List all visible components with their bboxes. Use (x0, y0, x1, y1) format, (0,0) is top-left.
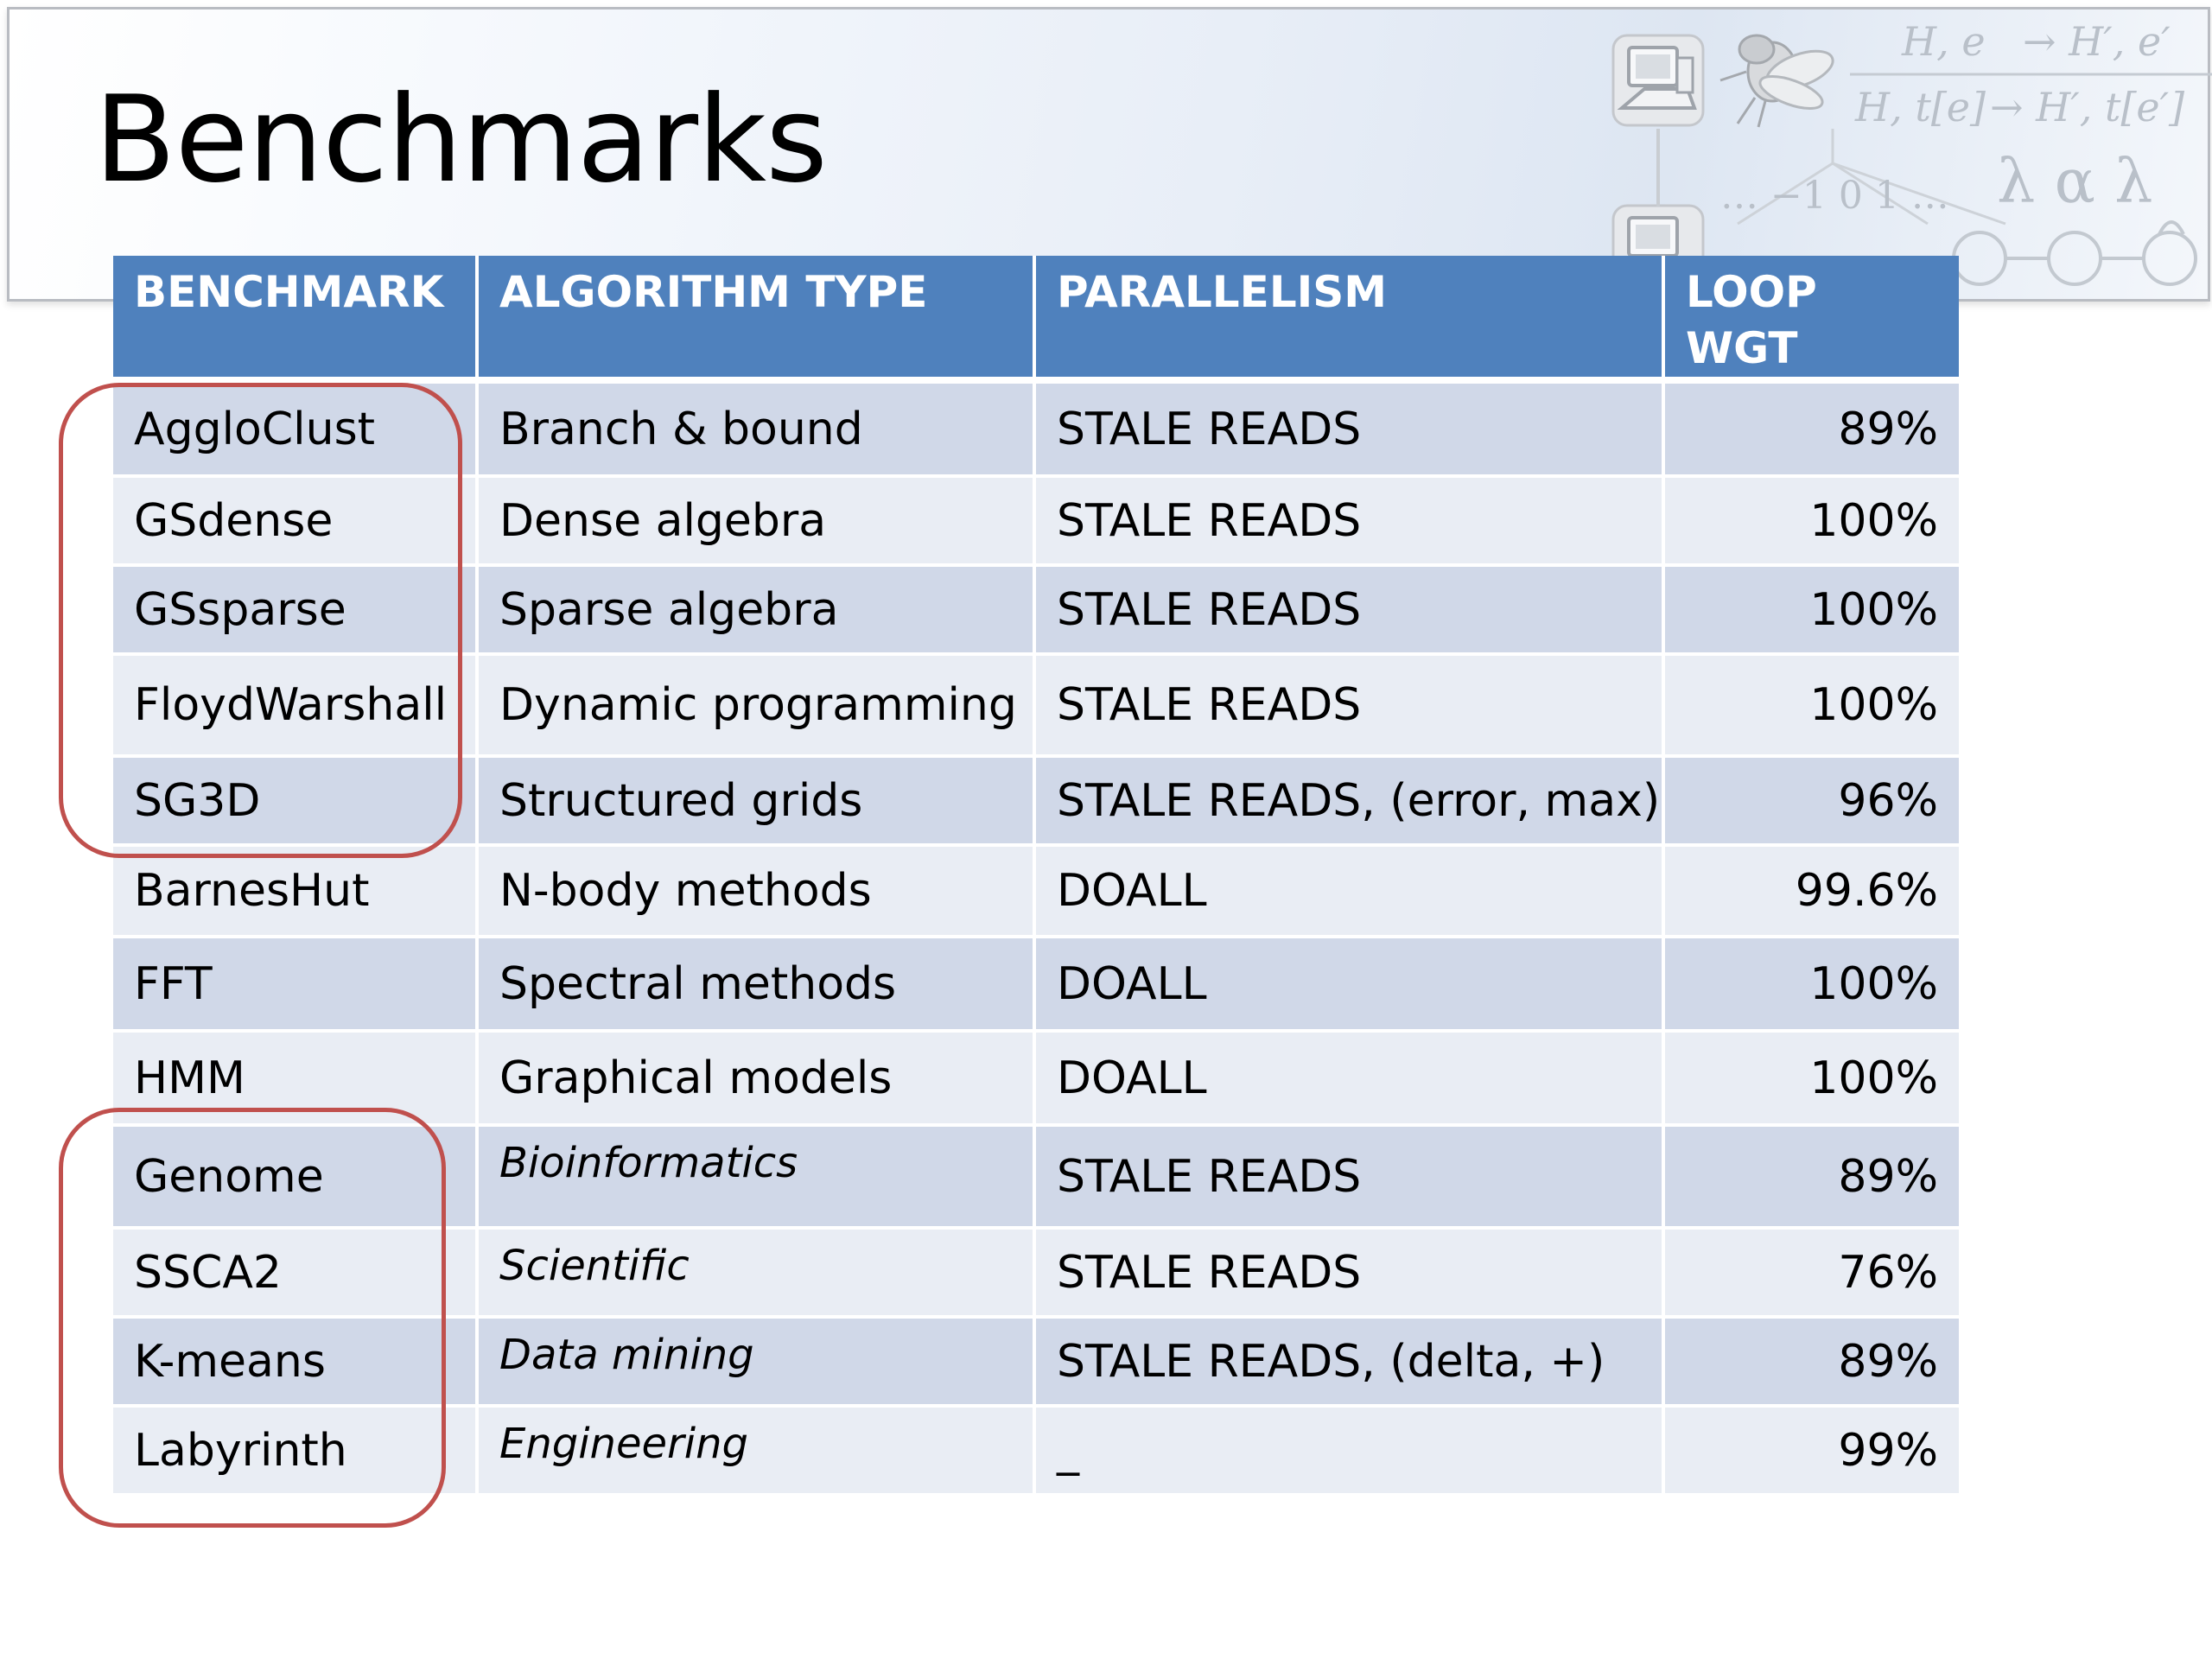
cell-parallelism: DOALL (1036, 847, 1665, 938)
slide-title: Benchmarks (94, 70, 828, 209)
benchmark-table: BENCHMARK ALGORITHM TYPE PARALLELISM LOO… (113, 256, 1959, 1497)
cell-loop-wgt: 99% (1665, 1408, 1959, 1497)
cell-loop-wgt: 100% (1665, 567, 1959, 656)
column-header-algorithm-type: ALGORITHM TYPE (479, 256, 1036, 384)
table-row: GSsparse Sparse algebra STALE READS 100% (113, 567, 1959, 656)
cell-algorithm: N-body methods (479, 847, 1036, 938)
cell-benchmark: SG3D (113, 758, 479, 847)
cell-algorithm: Dense algebra (479, 478, 1036, 567)
cell-algorithm: Bioinformatics (479, 1127, 1036, 1230)
column-header-benchmark: BENCHMARK (113, 256, 479, 384)
cell-parallelism: STALE READS, (delta, +) (1036, 1319, 1665, 1408)
formula-top-right: → H′, e′ (2023, 18, 2171, 65)
cell-parallelism: DOALL (1036, 938, 1665, 1033)
cell-parallelism: STALE READS, (error, max) (1036, 758, 1665, 847)
table-row: K-means Data mining STALE READS, (delta,… (113, 1319, 1959, 1408)
cell-algorithm: Sparse algebra (479, 567, 1036, 656)
cell-loop-wgt: 96% (1665, 758, 1959, 847)
table-row: HMM Graphical models DOALL 100% (113, 1033, 1959, 1127)
formula-top-left: H, e (1902, 18, 1986, 65)
cell-parallelism: STALE READS (1036, 384, 1665, 478)
table-header-row: BENCHMARK ALGORITHM TYPE PARALLELISM LOO… (113, 256, 1959, 384)
cell-parallelism: STALE READS (1036, 656, 1665, 758)
table-row: GSdense Dense algebra STALE READS 100% (113, 478, 1959, 567)
table-row: Labyrinth Engineering _ 99% (113, 1408, 1959, 1497)
cell-benchmark: FloydWarshall (113, 656, 479, 758)
connector-line (1656, 129, 1660, 207)
state-machine-icon (1952, 220, 2197, 286)
greek-letters: λ α λ (1997, 146, 2153, 217)
cell-parallelism: STALE READS (1036, 1230, 1665, 1319)
cell-algorithm: Scientific (479, 1230, 1036, 1319)
cell-loop-wgt: 100% (1665, 478, 1959, 567)
cell-benchmark: Genome (113, 1127, 479, 1230)
cell-algorithm: Structured grids (479, 758, 1036, 847)
table-row: FloydWarshall Dynamic programming STALE … (113, 656, 1959, 758)
formula-bottom-right: → H′, t[e′] (1990, 84, 2185, 130)
table-row: SG3D Structured grids STALE READS, (erro… (113, 758, 1959, 847)
cell-parallelism: STALE READS (1036, 567, 1665, 656)
fly-icon (1712, 20, 1850, 132)
table-row: SSCA2 Scientific STALE READS 76% (113, 1230, 1959, 1319)
number-line: … −1 0 1 … (1720, 174, 1949, 218)
cell-loop-wgt: 100% (1665, 938, 1959, 1033)
formula-bottom-left: H, t[e] (1855, 84, 1986, 130)
cell-benchmark: BarnesHut (113, 847, 479, 938)
column-header-parallelism: PARALLELISM (1036, 256, 1665, 384)
cell-parallelism: _ (1036, 1408, 1665, 1497)
cell-parallelism: STALE READS (1036, 1127, 1665, 1230)
cell-algorithm: Engineering (479, 1408, 1036, 1497)
cell-loop-wgt: 89% (1665, 384, 1959, 478)
computer-icon (1610, 32, 1707, 129)
cell-benchmark: Labyrinth (113, 1408, 479, 1497)
cell-algorithm: Spectral methods (479, 938, 1036, 1033)
table-row: Genome Bioinformatics STALE READS 89% (113, 1127, 1959, 1230)
cell-loop-wgt: 76% (1665, 1230, 1959, 1319)
cell-benchmark: FFT (113, 938, 479, 1033)
column-header-loop-wgt: LOOP WGT (1665, 256, 1959, 384)
cell-parallelism: DOALL (1036, 1033, 1665, 1127)
table-row: FFT Spectral methods DOALL 100% (113, 938, 1959, 1033)
cell-algorithm: Branch & bound (479, 384, 1036, 478)
cell-benchmark: SSCA2 (113, 1230, 479, 1319)
formula-rule (1850, 73, 2212, 76)
cell-loop-wgt: 99.6% (1665, 847, 1959, 938)
cell-loop-wgt: 100% (1665, 1033, 1959, 1127)
cell-loop-wgt: 89% (1665, 1319, 1959, 1408)
cell-benchmark: HMM (113, 1033, 479, 1127)
cell-algorithm: Data mining (479, 1319, 1036, 1408)
cell-algorithm: Graphical models (479, 1033, 1036, 1127)
cell-loop-wgt: 100% (1665, 656, 1959, 758)
cell-loop-wgt: 89% (1665, 1127, 1959, 1230)
cell-benchmark: GSdense (113, 478, 479, 567)
cell-parallelism: STALE READS (1036, 478, 1665, 567)
cell-algorithm: Dynamic programming (479, 656, 1036, 758)
table-row: BarnesHut N-body methods DOALL 99.6% (113, 847, 1959, 938)
table-row: AggloClust Branch & bound STALE READS 89… (113, 384, 1959, 478)
cell-benchmark: K-means (113, 1319, 479, 1408)
cell-benchmark: AggloClust (113, 384, 479, 478)
cell-benchmark: GSsparse (113, 567, 479, 656)
